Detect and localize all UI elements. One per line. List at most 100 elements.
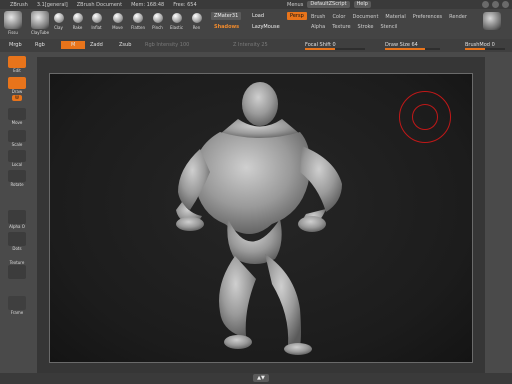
menu-row-1: Brush Color Document Material Preference…: [311, 14, 467, 20]
brush-cursor-icon: [399, 91, 451, 143]
menu-preferences[interactable]: Preferences: [413, 14, 442, 20]
elastic-brush-icon: [171, 13, 182, 23]
lazymouse-button[interactable]: LazyMouse: [249, 23, 283, 31]
menu-texture[interactable]: Texture: [332, 24, 350, 30]
local-button[interactable]: Local: [6, 150, 28, 167]
title-bar: ZBrush 3.1[general] ZBrush Document Mem:…: [0, 0, 512, 9]
alpha-icon: [8, 210, 26, 224]
scale-icon: [8, 130, 26, 142]
brushmod-fill: [465, 48, 485, 50]
bottom-bar: ▲▼: [0, 373, 512, 384]
free-readout: Free: 654: [173, 1, 197, 8]
brush-flatten[interactable]: Flatten: [131, 13, 145, 30]
model-left-hand: [176, 217, 204, 231]
collapse-toggle-icon[interactable]: ▲▼: [253, 374, 269, 382]
rake-brush-icon: [72, 13, 83, 23]
model-head: [242, 82, 278, 126]
menu-controls: Menus DefaultZScript Help: [287, 1, 371, 8]
menu-stencil[interactable]: Stencil: [380, 24, 397, 30]
persp-button[interactable]: Persp: [287, 12, 307, 20]
tool-claytube[interactable]: ClayTube: [30, 11, 50, 38]
menu-stroke[interactable]: Stroke: [358, 24, 374, 30]
local-icon: [8, 150, 26, 162]
tool-preview-icon: [483, 12, 501, 30]
menu-color[interactable]: Color: [332, 14, 345, 20]
fissure-tool-icon: [4, 11, 22, 29]
move-button[interactable]: Move: [6, 108, 28, 125]
move-icon: [8, 108, 26, 120]
model-right-hand: [298, 216, 326, 232]
help-button[interactable]: Help: [353, 1, 371, 8]
rotate-button[interactable]: Rotate: [6, 170, 28, 187]
model-left-foot: [224, 335, 252, 349]
mrgb-button[interactable]: Mrgb: [9, 42, 22, 48]
tool-preview[interactable]: [482, 12, 502, 39]
menu-material[interactable]: Material: [385, 14, 405, 20]
shadows-button[interactable]: Shadows: [211, 23, 242, 31]
menu-row-2: Alpha Texture Stroke Stencil: [311, 24, 397, 30]
scale-button[interactable]: Scale: [6, 130, 28, 147]
left-toolbar: Edit Draw W Move Scale Local Rotate Alph…: [0, 52, 32, 372]
menus-label[interactable]: Menus: [287, 2, 303, 8]
brush-cursor-inner-icon: [412, 104, 438, 130]
model-torso: [194, 132, 311, 234]
inflat-brush-icon: [91, 13, 102, 23]
maximize-icon[interactable]: [492, 1, 499, 8]
document-name: ZBrush Document: [76, 1, 123, 8]
zmater-button[interactable]: ZMater31: [211, 12, 242, 20]
clay-brush-icon: [53, 13, 64, 23]
m-button[interactable]: M: [61, 41, 86, 49]
memory-readout: Mem: 168:48: [131, 1, 165, 8]
draw-button[interactable]: Draw: [6, 77, 28, 94]
flatten-brush-icon: [132, 13, 143, 23]
rgb-intensity-slider[interactable]: Rgb Intensity 100: [145, 42, 189, 48]
app-version: 3.1[general]: [36, 1, 68, 8]
dots-button[interactable]: Dots: [6, 232, 28, 251]
edit-button[interactable]: Edit: [6, 56, 28, 73]
draw-icon: [8, 77, 26, 89]
window-controls: [482, 1, 509, 8]
menu-document[interactable]: Document: [353, 14, 379, 20]
menu-brush[interactable]: Brush: [311, 14, 325, 20]
alpha-button[interactable]: Alpha O: [6, 210, 28, 229]
brush-pinch[interactable]: Pinch: [151, 13, 164, 30]
zadd-button[interactable]: Zadd: [90, 42, 103, 48]
rotate-icon: [8, 170, 26, 182]
frame-icon: [8, 296, 26, 310]
viewport-canvas[interactable]: [49, 73, 473, 363]
model-right-leg: [265, 254, 301, 346]
brush-settings-bar: Mrgb Rgb M Zadd Zsub Rgb Intensity 100 Z…: [0, 39, 512, 52]
rgb-button[interactable]: Rgb: [35, 42, 45, 48]
brush-move[interactable]: Move: [111, 13, 124, 30]
edit-icon: [8, 56, 26, 68]
load-button[interactable]: Load: [249, 12, 267, 20]
move-brush-icon: [112, 13, 123, 23]
texture-button[interactable]: Texture: [6, 260, 28, 279]
document-area: [37, 57, 485, 373]
brush-ren[interactable]: Ren: [190, 13, 203, 30]
brush-inflat[interactable]: Inflat: [90, 13, 103, 30]
z-intensity-slider[interactable]: Z Intensity 25: [233, 42, 268, 48]
frame-button[interactable]: Frame: [6, 296, 28, 315]
brush-clay[interactable]: Clay: [52, 13, 65, 30]
top-shelf: Fissu ClayTube Clay Rake Inflat Move Fla…: [0, 9, 512, 39]
claytube-tool-icon: [31, 11, 49, 29]
model-left-leg: [219, 256, 256, 336]
close-icon[interactable]: [502, 1, 509, 8]
ren-brush-icon: [191, 13, 202, 23]
menu-alpha[interactable]: Alpha: [311, 24, 325, 30]
draw-size-fill: [385, 48, 425, 50]
pinch-brush-icon: [152, 13, 163, 23]
dots-icon: [8, 232, 26, 246]
model-right-foot: [284, 343, 312, 355]
minimize-icon[interactable]: [482, 1, 489, 8]
menu-render[interactable]: Render: [449, 14, 467, 20]
texture-icon: [8, 265, 26, 279]
zsub-button[interactable]: Zsub: [119, 42, 131, 48]
brush-rake[interactable]: Rake: [71, 13, 84, 30]
default-script-button[interactable]: DefaultZScript: [307, 1, 350, 8]
w-button[interactable]: W: [6, 95, 28, 101]
app-name: ZBrush: [10, 1, 28, 8]
brush-elastic[interactable]: Elastic: [170, 13, 183, 30]
tool-fissure[interactable]: Fissu: [3, 11, 23, 38]
